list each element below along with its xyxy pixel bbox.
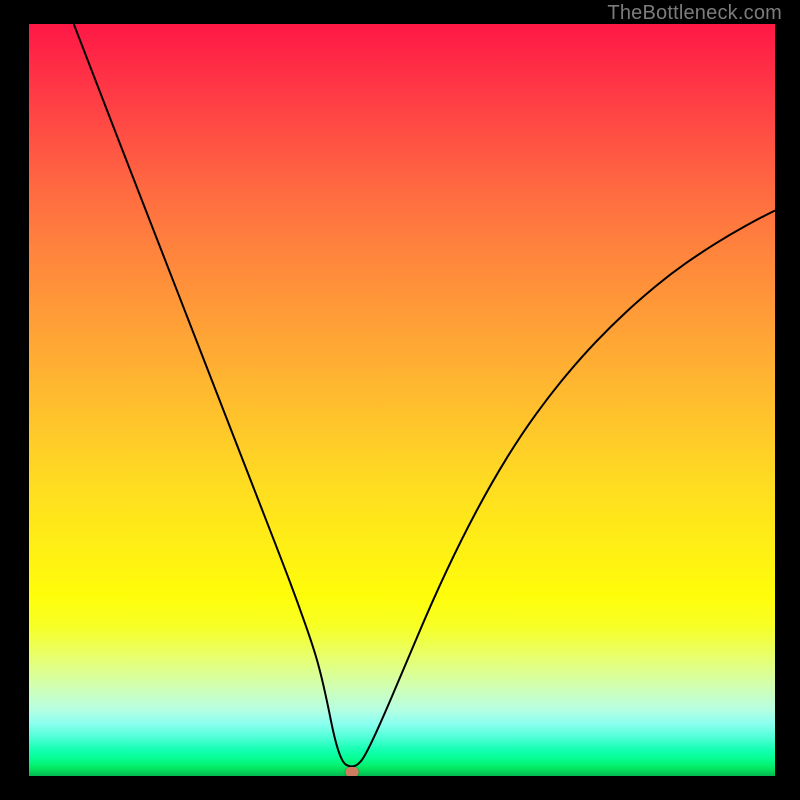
chart-frame: TheBottleneck.com [0, 0, 800, 800]
watermark-text: TheBottleneck.com [607, 2, 782, 25]
optimal-point-marker [346, 767, 359, 776]
bottleneck-curve [29, 24, 775, 770]
plot-area [29, 24, 775, 776]
